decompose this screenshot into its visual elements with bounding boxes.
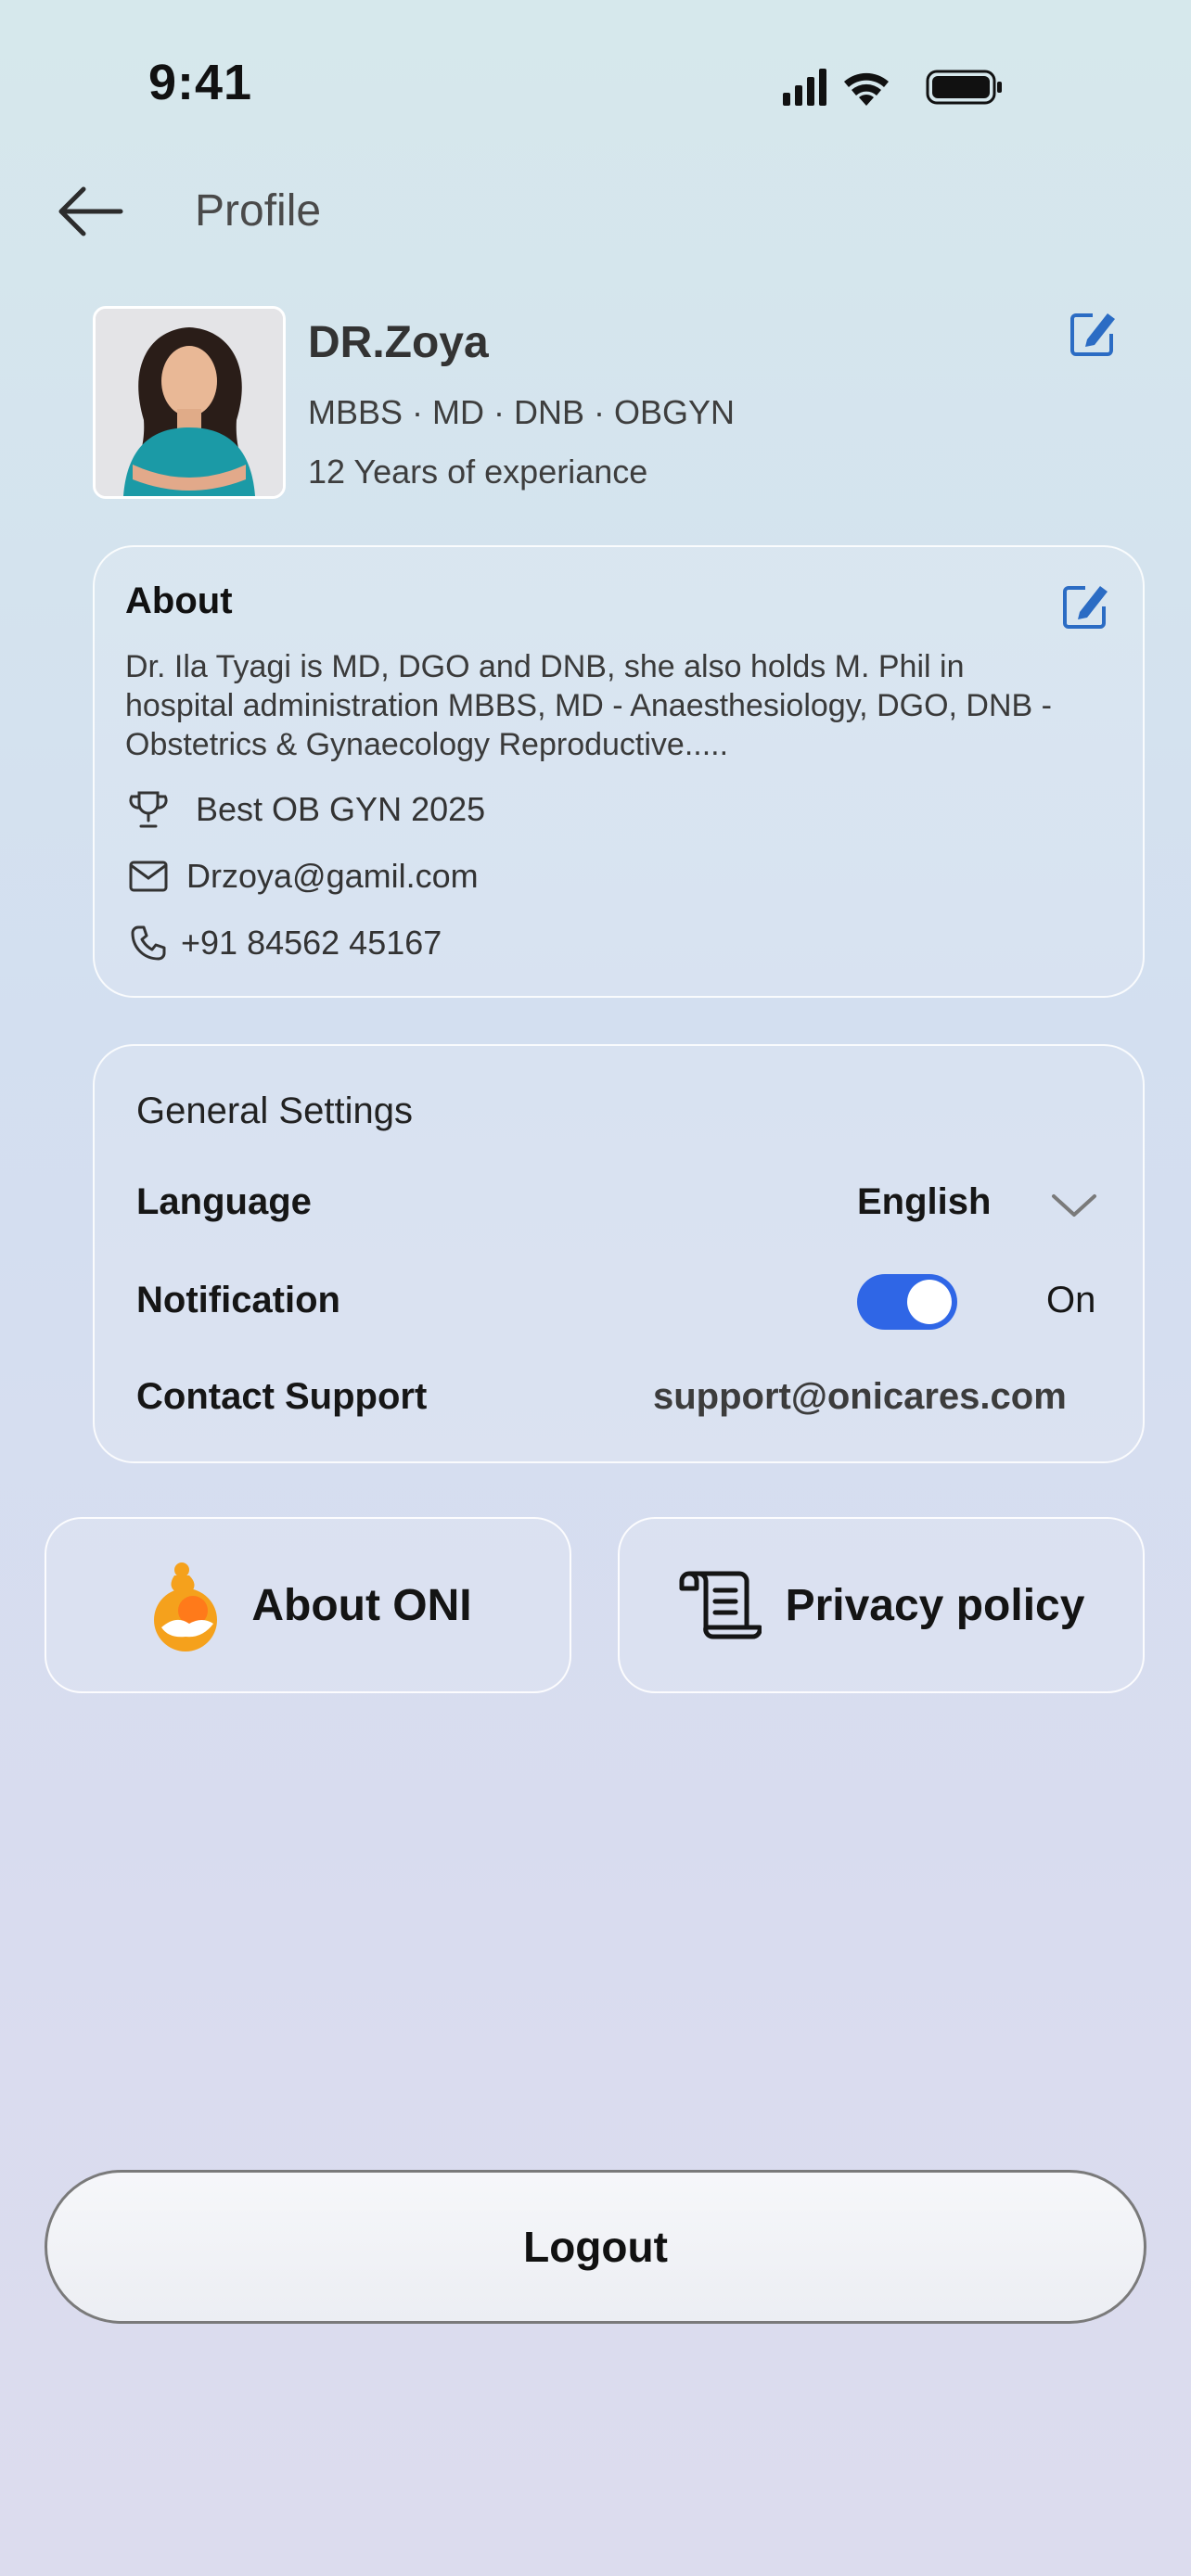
settings-title: General Settings (136, 1090, 413, 1131)
support-email-link[interactable]: support@onicares.com (653, 1376, 1067, 1418)
about-oni-button[interactable]: About ONI (45, 1517, 571, 1693)
avatar (93, 306, 286, 499)
support-label: Contact Support (136, 1376, 428, 1417)
toggle-knob (907, 1280, 952, 1324)
trophy-icon (125, 786, 172, 833)
chevron-down-icon[interactable] (1048, 1187, 1100, 1224)
language-label: Language (136, 1181, 312, 1222)
edit-icon (1063, 586, 1108, 629)
notification-toggle[interactable] (857, 1274, 957, 1330)
phone-icon (125, 920, 172, 966)
notification-label: Notification (136, 1280, 340, 1320)
doctor-name: DR.Zoya (308, 318, 489, 367)
privacy-policy-button[interactable]: Privacy policy (618, 1517, 1145, 1693)
signal-icon (783, 69, 826, 106)
about-text: Dr. Ila Tyagi is MD, DGO and DNB, she al… (125, 649, 1052, 762)
doctor-experience: 12 Years of experiance (308, 453, 648, 491)
oni-logo-icon (144, 1559, 227, 1651)
scroll-document-icon (678, 1559, 762, 1651)
language-select-value[interactable]: English (857, 1181, 991, 1223)
battery-icon (926, 70, 1002, 105)
wifi-icon (844, 72, 889, 106)
edit-about-button[interactable] (1056, 577, 1115, 636)
phone-text[interactable]: +91 84562 45167 (181, 924, 442, 963)
back-arrow-icon (58, 186, 123, 236)
page-title: Profile (195, 186, 322, 236)
award-text: Best OB GYN 2025 (196, 790, 486, 828)
edit-profile-button[interactable] (1063, 304, 1122, 363)
status-icons (783, 69, 1002, 106)
award-row: Best OB GYN 2025 (125, 786, 485, 833)
logout-button[interactable]: Logout (45, 2170, 1146, 2324)
mail-icon (125, 853, 172, 899)
about-oni-label: About ONI (251, 1580, 472, 1630)
phone-row: +91 84562 45167 (125, 920, 442, 966)
doctor-portrait (96, 309, 283, 496)
notification-state: On (1046, 1280, 1096, 1320)
doctor-qualifications: MBBS · MD · DNB · OBGYN (308, 393, 736, 431)
email-text[interactable]: Drzoya@gamil.com (186, 857, 479, 896)
privacy-policy-label: Privacy policy (785, 1580, 1085, 1630)
edit-icon (1070, 313, 1115, 356)
back-button[interactable] (50, 176, 128, 247)
email-row: Drzoya@gamil.com (125, 853, 479, 899)
status-time: 9:41 (148, 55, 253, 110)
about-title: About (125, 580, 233, 621)
